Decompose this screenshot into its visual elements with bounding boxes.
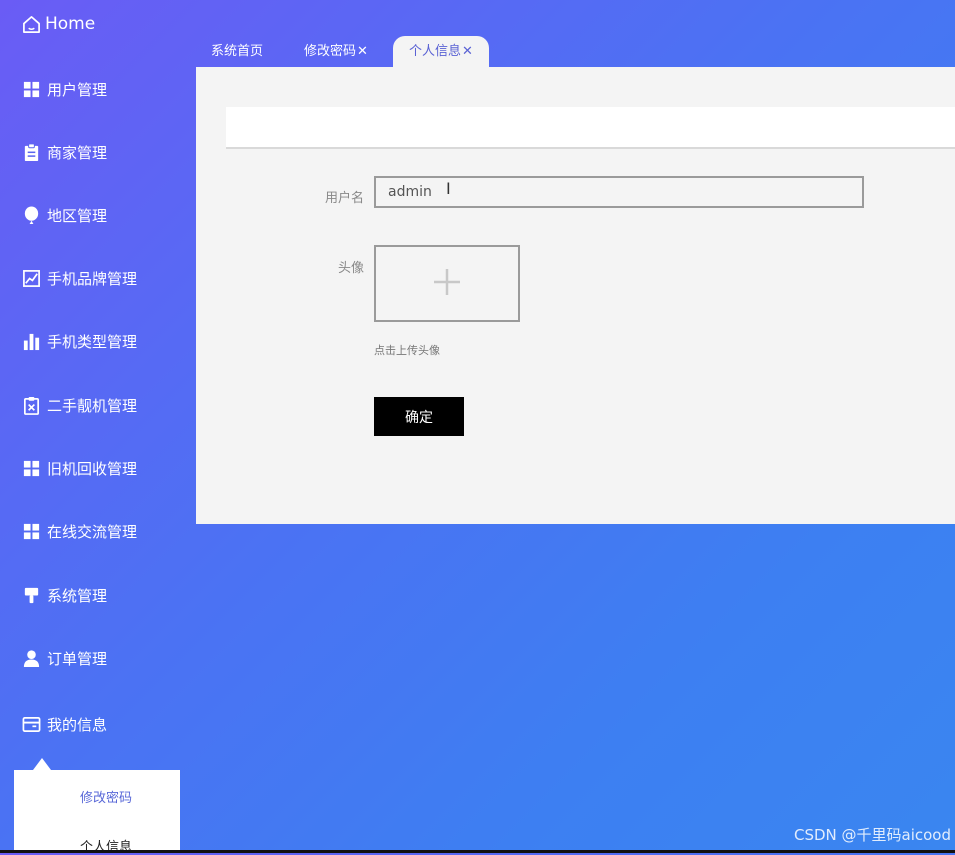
- submenu-arrow: [33, 758, 51, 770]
- avatar-upload[interactable]: [374, 245, 520, 322]
- grid-icon: [22, 522, 41, 541]
- brush-icon: [22, 586, 41, 605]
- close-icon[interactable]: ✕: [357, 44, 368, 59]
- confirm-button[interactable]: 确定: [374, 397, 464, 436]
- text-cursor-icon: Ι: [446, 179, 451, 198]
- tab-label: 修改密码: [304, 44, 357, 59]
- tab-profile[interactable]: 个人信息✕: [393, 36, 489, 68]
- plus-icon: [432, 267, 462, 301]
- submenu: 修改密码 个人信息: [14, 770, 180, 855]
- sidebar-item-used-phone-management[interactable]: 二手靓机管理: [22, 390, 137, 420]
- tab-home[interactable]: 系统首页: [211, 36, 263, 68]
- clipboard-icon: [22, 142, 41, 162]
- sidebar-item-label: 地区管理: [47, 206, 108, 225]
- home-label: Home: [45, 14, 96, 34]
- upload-hint: 点击上传头像: [374, 344, 440, 357]
- sidebar-item-user-management[interactable]: 用户管理: [22, 74, 107, 104]
- sidebar-item-system-management[interactable]: 系统管理: [22, 580, 107, 610]
- sidebar-item-label: 手机类型管理: [47, 332, 138, 351]
- sidebar-item-label: 旧机回收管理: [47, 459, 138, 478]
- home-icon: [22, 15, 41, 34]
- sidebar-item-phone-brand-management[interactable]: 手机品牌管理: [22, 263, 137, 293]
- wallet-icon: [22, 715, 41, 734]
- bar-chart-icon: [22, 332, 41, 351]
- tab-change-password[interactable]: 修改密码✕: [304, 36, 368, 68]
- sidebar-item-label: 订单管理: [47, 649, 108, 668]
- submenu-item-change-password[interactable]: 修改密码: [80, 787, 132, 806]
- sidebar-item-recycle-management[interactable]: 旧机回收管理: [22, 453, 137, 483]
- sidebar-item-region-management[interactable]: 地区管理: [22, 200, 107, 230]
- tab-label: 个人信息: [409, 44, 462, 59]
- username-label: 用户名: [324, 191, 364, 206]
- sidebar-item-merchant-management[interactable]: 商家管理: [22, 137, 107, 167]
- sidebar-item-online-chat-management[interactable]: 在线交流管理: [22, 516, 137, 546]
- sidebar-item-label: 系统管理: [47, 586, 108, 605]
- content-panel: 用户名 admin Ι 头像 点击上传头像 确定: [196, 67, 955, 524]
- sidebar-item-label: 商家管理: [47, 143, 108, 162]
- grid-icon: [22, 80, 41, 99]
- home-link[interactable]: Home: [22, 10, 95, 38]
- sidebar-item-label: 手机品牌管理: [47, 269, 138, 288]
- sidebar-item-order-management[interactable]: 订单管理: [22, 643, 107, 673]
- sidebar-item-my-info[interactable]: 我的信息: [22, 709, 107, 739]
- watermark: CSDN @千里码aicood: [793, 826, 951, 844]
- tab-label: 系统首页: [211, 44, 264, 59]
- sidebar-item-label: 用户管理: [47, 80, 108, 99]
- sidebar-item-label: 我的信息: [47, 715, 108, 734]
- balloon-icon: [22, 205, 41, 225]
- header-bar: [226, 107, 955, 149]
- clipboard-x-icon: [22, 396, 41, 415]
- avatar-label: 头像: [337, 261, 364, 276]
- sidebar-item-phone-type-management[interactable]: 手机类型管理: [22, 326, 137, 356]
- sidebar: Home 用户管理 商家管理 地区管理 手机品牌管理 手机类型管理 二手靓机管理…: [0, 0, 196, 855]
- user-icon: [22, 649, 41, 668]
- sidebar-item-label: 二手靓机管理: [47, 396, 138, 415]
- sidebar-item-label: 在线交流管理: [47, 522, 138, 541]
- grid-icon: [22, 459, 41, 478]
- trend-chart-icon: [22, 269, 41, 288]
- close-icon[interactable]: ✕: [462, 44, 473, 59]
